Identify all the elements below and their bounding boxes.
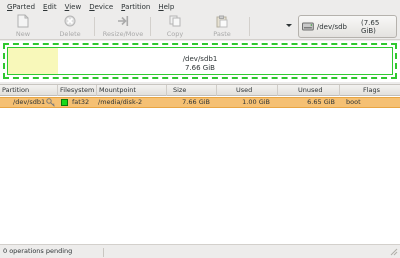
partition-table: Partition Filesystem Mountpoint Size Use… bbox=[0, 84, 400, 244]
paste-button-label: Paste bbox=[213, 30, 231, 38]
copy-button[interactable]: Copy bbox=[155, 14, 195, 39]
device-selector[interactable]: /dev/sdb (7.65 GiB) bbox=[298, 15, 397, 38]
menu-edit-label: dit bbox=[47, 2, 57, 11]
table-row[interactable]: /dev/sdb1 fat32 /media/disk-2 7.66 GiB 1… bbox=[0, 97, 400, 108]
menu-help-label: elp bbox=[163, 2, 175, 11]
cell-used: 1.00 GiB bbox=[242, 98, 270, 106]
col-used[interactable]: Used bbox=[217, 85, 278, 96]
new-button[interactable]: New bbox=[3, 14, 43, 39]
toolbar-separator bbox=[94, 17, 95, 36]
gparted-window: GParted Edit View Device Partition Help … bbox=[0, 0, 400, 258]
delete-button-label: Delete bbox=[59, 30, 81, 38]
resize-grip-icon[interactable] bbox=[390, 248, 398, 256]
new-icon bbox=[16, 14, 30, 28]
menu-view[interactable]: View bbox=[61, 3, 86, 11]
cell-size: 7.66 GiB bbox=[182, 98, 210, 106]
col-mountpoint[interactable]: Mountpoint bbox=[97, 85, 167, 96]
graph-partition-path: /dev/sdb1 bbox=[182, 55, 218, 63]
copy-icon bbox=[168, 14, 182, 28]
resize-move-button-label: Resize/Move bbox=[102, 30, 144, 38]
delete-button[interactable]: Delete bbox=[50, 14, 90, 39]
menu-gparted[interactable]: GParted bbox=[3, 3, 39, 11]
menu-device-label: evice bbox=[94, 2, 114, 11]
toolbar-overflow-arrow-icon[interactable] bbox=[286, 24, 292, 27]
cell-partition: /dev/sdb1 bbox=[13, 98, 46, 106]
menubar: GParted Edit View Device Partition Help bbox=[0, 0, 400, 13]
partition-graph: /dev/sdb1 7.66 GiB bbox=[0, 41, 400, 82]
col-flags[interactable]: Flags bbox=[340, 85, 400, 96]
col-unused[interactable]: Unused bbox=[278, 85, 340, 96]
paste-icon bbox=[215, 14, 229, 28]
menu-partition[interactable]: Partition bbox=[117, 3, 154, 11]
menu-gparted-label: Parted bbox=[12, 2, 36, 11]
cell-unused: 6.65 GiB bbox=[307, 98, 335, 106]
menu-view-label: iew bbox=[69, 2, 82, 11]
cell-flags: boot bbox=[346, 98, 361, 106]
filesystem-color-swatch bbox=[61, 99, 68, 106]
delete-icon bbox=[63, 14, 77, 28]
copy-button-label: Copy bbox=[166, 30, 184, 38]
menu-edit[interactable]: Edit bbox=[39, 3, 61, 11]
graph-partition-sdb1[interactable]: /dev/sdb1 7.66 GiB bbox=[3, 43, 397, 79]
menu-device[interactable]: Device bbox=[85, 3, 117, 11]
status-separator bbox=[103, 248, 104, 257]
menu-help[interactable]: Help bbox=[154, 3, 178, 11]
graph-partition-size: 7.66 GiB bbox=[185, 64, 215, 72]
device-size: (7.65 GiB) bbox=[361, 18, 380, 35]
col-partition[interactable]: Partition bbox=[0, 85, 58, 96]
cell-filesystem: fat32 bbox=[72, 98, 90, 106]
harddisk-icon bbox=[302, 22, 314, 31]
toolbar-separator bbox=[150, 17, 151, 36]
paste-button[interactable]: Paste bbox=[202, 14, 242, 39]
col-size[interactable]: Size bbox=[167, 85, 217, 96]
table-header: Partition Filesystem Mountpoint Size Use… bbox=[0, 85, 400, 96]
pending-operations-text: 0 operations pending bbox=[3, 247, 73, 255]
resize-move-icon bbox=[116, 14, 130, 28]
device-name: /dev/sdb bbox=[316, 22, 347, 31]
key-icon bbox=[46, 98, 55, 107]
graph-partition-inner: /dev/sdb1 7.66 GiB bbox=[7, 47, 393, 75]
cell-mountpoint: /media/disk-2 bbox=[98, 98, 143, 106]
status-bar: 0 operations pending bbox=[0, 244, 400, 258]
col-filesystem[interactable]: Filesystem bbox=[58, 85, 97, 96]
resize-move-button[interactable]: Resize/Move bbox=[100, 14, 146, 39]
toolbar-separator bbox=[249, 17, 250, 36]
menu-partition-label: artition bbox=[125, 2, 151, 11]
graph-partition-text: /dev/sdb1 7.66 GiB bbox=[8, 55, 392, 73]
new-button-label: New bbox=[15, 30, 31, 38]
